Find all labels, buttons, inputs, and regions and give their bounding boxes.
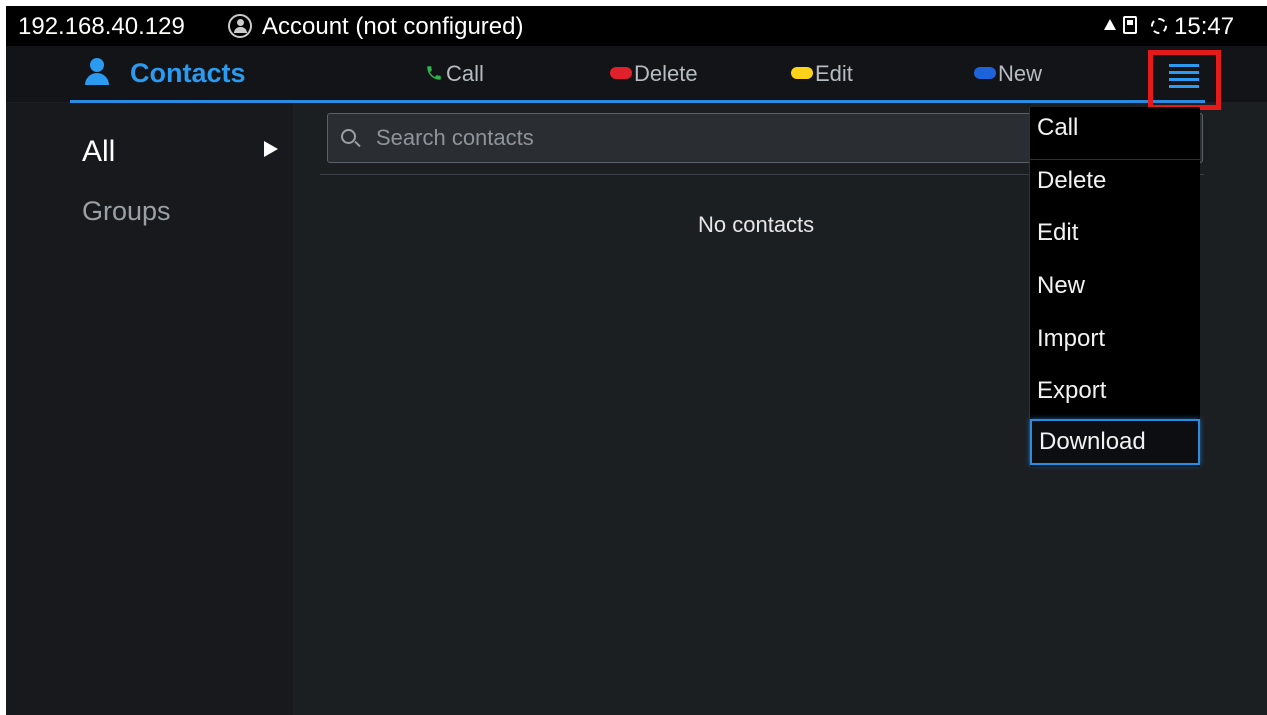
signal-icon (1104, 19, 1116, 30)
screen: 192.168.40.129 Account (not configured) … (6, 6, 1267, 715)
menu-divider (1029, 159, 1200, 160)
red-key-indicator (610, 67, 632, 79)
account-status: Account (not configured) (262, 13, 524, 40)
menu-item-download[interactable]: Download (1030, 419, 1200, 465)
edit-softkey-label: Edit (815, 61, 853, 86)
account-icon (228, 14, 252, 38)
delete-softkey-label: Delete (634, 61, 698, 86)
edit-softkey[interactable]: Edit (791, 61, 853, 87)
menu-item-import[interactable]: Import (1030, 318, 1200, 364)
search-icon (341, 129, 356, 144)
sidebar-item-groups[interactable]: Groups (82, 196, 171, 227)
search-input[interactable] (376, 123, 1026, 153)
new-softkey-label: New (998, 61, 1043, 86)
phone-call-icon (427, 66, 441, 80)
sync-icon (1151, 18, 1167, 34)
clock: 15:47 (1174, 13, 1235, 40)
call-softkey[interactable]: Call (425, 61, 484, 87)
menu-item-delete[interactable]: Delete (1030, 160, 1200, 206)
ip-address: 192.168.40.129 (18, 13, 185, 40)
options-menu: Call Delete Edit New Import Export Downl… (1029, 107, 1200, 467)
selected-arrow-icon (264, 141, 278, 157)
page-title: Contacts (130, 58, 246, 88)
delete-softkey[interactable]: Delete (610, 61, 698, 87)
menu-button[interactable] (1148, 50, 1221, 110)
phone-icon (1123, 16, 1137, 34)
new-softkey[interactable]: New (974, 61, 1042, 87)
empty-state-text: No contacts (698, 212, 815, 237)
contacts-icon (84, 58, 110, 88)
menu-item-call[interactable]: Call (1030, 107, 1200, 153)
sidebar (6, 103, 293, 715)
status-bar: 192.168.40.129 Account (not configured) … (6, 6, 1267, 46)
menu-item-edit[interactable]: Edit (1030, 212, 1200, 258)
menu-item-new[interactable]: New (1030, 265, 1200, 311)
call-softkey-label: Call (446, 61, 484, 86)
yellow-key-indicator (791, 67, 813, 79)
blue-key-indicator (974, 67, 996, 79)
menu-item-export[interactable]: Export (1030, 370, 1200, 416)
sidebar-item-all[interactable]: All (82, 135, 115, 169)
